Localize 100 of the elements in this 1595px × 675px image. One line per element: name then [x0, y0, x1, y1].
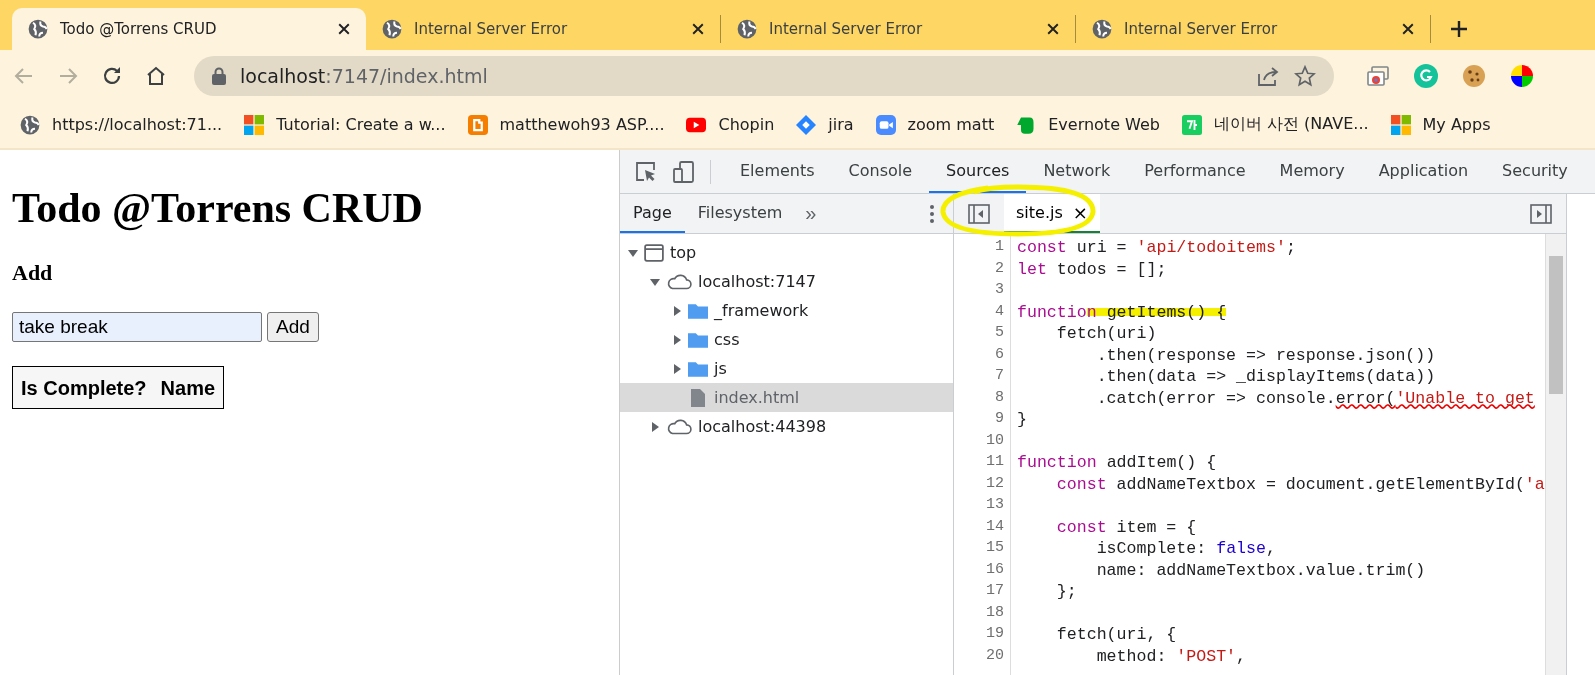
devtools-tab[interactable]: Network: [1026, 150, 1128, 193]
line-number: 12: [985, 474, 1005, 494]
more-tabs-button[interactable]: »: [795, 194, 827, 233]
browser-tab[interactable]: Todo @Torrens CRUD: [12, 8, 366, 50]
devtools-tab[interactable]: Console: [831, 150, 930, 193]
devtools-tab[interactable]: Performance: [1127, 150, 1263, 193]
line-number: 2: [994, 259, 1005, 279]
tree-item[interactable]: localhost:7147: [620, 267, 953, 296]
line-number: 7: [994, 367, 1005, 386]
tree-item[interactable]: js: [620, 354, 953, 383]
window-icon: [644, 243, 664, 262]
code-line: };: [1055, 582, 1077, 603]
line-number: 6: [994, 345, 1005, 365]
bookmark[interactable]: 네이버 사전 (NAVE...: [1181, 114, 1369, 135]
bookmark[interactable]: matthewoh93 ASP....: [467, 114, 665, 135]
globe-icon: [1092, 19, 1112, 39]
line-number: 14: [985, 517, 1005, 537]
code-line: name: addNameTextbox.value.trim(): [1095, 560, 1426, 582]
close-icon[interactable]: ×: [1072, 202, 1088, 223]
globe-icon: [382, 19, 402, 39]
expand-triangle-icon[interactable]: [650, 421, 660, 432]
code-line: const item = {: [1055, 517, 1197, 539]
devtools-tab[interactable]: Elements: [723, 150, 832, 193]
tree-item[interactable]: css: [620, 325, 953, 354]
cookie-icon[interactable]: [1462, 63, 1486, 88]
close-icon[interactable]: [692, 23, 704, 35]
code-line: let todos = [];: [1016, 259, 1167, 281]
file-icon: [688, 388, 708, 407]
inspect-cursor-icon[interactable]: [634, 159, 658, 184]
navigator-tab[interactable]: Filesystem: [684, 194, 796, 233]
dictionary-icon: [1181, 114, 1202, 135]
line-number: 19: [985, 625, 1005, 644]
add-button[interactable]: Add: [267, 312, 319, 342]
blogger-icon: [467, 114, 488, 135]
close-icon[interactable]: [1047, 23, 1059, 35]
bookmark[interactable]: Evernote Web: [1016, 114, 1160, 135]
toggle-navigator-icon[interactable]: [968, 203, 990, 224]
diamond-icon: [796, 114, 817, 135]
browser-tab[interactable]: Internal Server Error: [366, 8, 720, 50]
line-number: 5: [994, 324, 1005, 343]
cast-icon[interactable]: [1366, 63, 1390, 88]
close-icon[interactable]: [1402, 23, 1414, 35]
line-number: 4: [994, 302, 1005, 322]
scrollbar[interactable]: [1544, 234, 1566, 675]
line-number: 15: [985, 539, 1005, 558]
browser-tab[interactable]: Internal Server Error: [721, 8, 1075, 50]
line-number: 13: [985, 496, 1005, 515]
code-line: const addNameTextbox = document.getElementById('a: [1055, 474, 1545, 496]
bookmark[interactable]: Chopin: [686, 114, 775, 135]
line-number: 3: [994, 281, 1005, 300]
star-icon[interactable]: [1294, 64, 1316, 87]
address-bar[interactable]: localhost:7147/index.html: [194, 55, 1334, 96]
section-heading: Add: [12, 260, 54, 286]
expand-triangle-icon[interactable]: [672, 363, 682, 374]
tree-item[interactable]: _framework: [620, 296, 953, 325]
folder-icon: [688, 330, 708, 349]
column-header: Name: [159, 376, 217, 401]
toggle-sidebar-icon[interactable]: [1529, 203, 1552, 224]
code-line: }: [1016, 410, 1027, 431]
navigator-tab[interactable]: Page: [620, 194, 685, 233]
devtools-tab[interactable]: Memory: [1262, 150, 1362, 193]
device-toggle-icon[interactable]: [672, 159, 696, 184]
line-number: 9: [994, 410, 1005, 429]
devtools-tab[interactable]: Security: [1485, 150, 1585, 193]
globe-icon: [20, 114, 40, 135]
devtools-tab[interactable]: Application: [1361, 150, 1486, 193]
folder-icon: [688, 359, 708, 378]
expand-triangle-icon[interactable]: [650, 276, 660, 287]
tree-item[interactable]: index.html: [620, 383, 953, 412]
browser-tab[interactable]: Internal Server Error: [1076, 8, 1430, 50]
folder-icon: [688, 301, 708, 320]
globe-icon: [28, 19, 48, 39]
lock-icon: [212, 66, 226, 85]
code-line: fetch(uri): [1055, 324, 1157, 345]
expand-triangle-icon[interactable]: [672, 305, 682, 316]
share-icon[interactable]: [1256, 64, 1280, 87]
bookmark[interactable]: Tutorial: Create a w...: [244, 114, 446, 135]
bookmark[interactable]: My Apps: [1390, 114, 1491, 135]
color-wheel-icon[interactable]: [1510, 63, 1534, 88]
tree-item[interactable]: localhost:44398: [620, 412, 953, 441]
expand-triangle-icon[interactable]: [672, 334, 682, 345]
tree-item[interactable]: top: [620, 238, 953, 267]
close-icon[interactable]: [338, 23, 350, 35]
code-line: function addItem() {: [1016, 453, 1217, 474]
bookmark[interactable]: jira: [796, 114, 854, 135]
code-line: method: 'POST',: [1095, 646, 1247, 668]
line-number: 18: [985, 603, 1005, 623]
line-number: 16: [985, 560, 1005, 580]
cloud-icon: [666, 272, 692, 291]
bookmark[interactable]: zoom matt: [875, 114, 995, 135]
code-line: .catch(error => console.error('Unable to get: [1095, 388, 1535, 410]
kebab-menu-icon[interactable]: [929, 203, 935, 224]
name-input-field[interactable]: take break: [12, 312, 262, 342]
expand-triangle-icon[interactable]: [628, 247, 638, 258]
bookmark[interactable]: https://localhost:71...: [20, 114, 223, 135]
code-line: const uri = 'api/todoitems';: [1016, 238, 1296, 259]
cloud-icon: [666, 417, 692, 436]
column-header: Is Complete?: [20, 376, 148, 401]
new-tab-icon[interactable]: [1449, 19, 1469, 39]
line-number: 11: [985, 453, 1005, 472]
